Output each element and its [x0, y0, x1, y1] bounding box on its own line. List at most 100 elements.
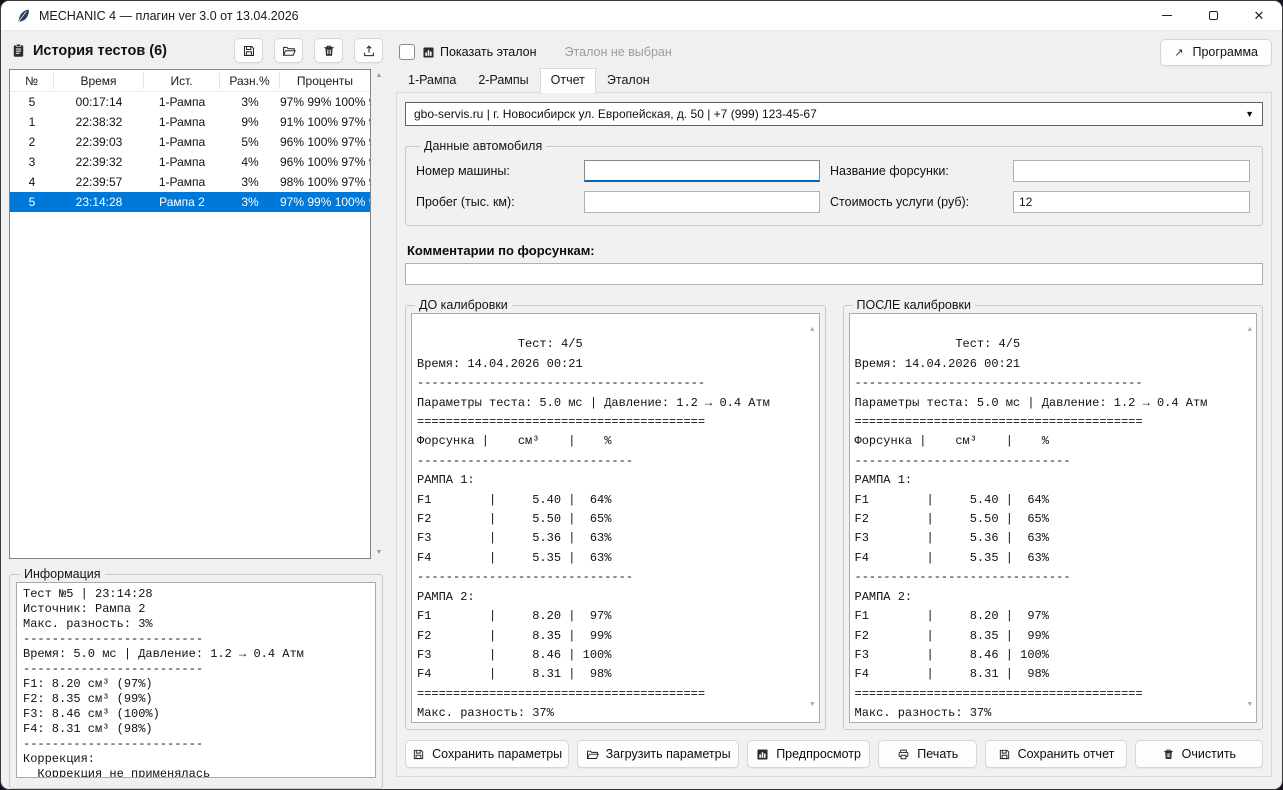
show-reference-label[interactable]: Показать эталон: [440, 45, 537, 59]
car-data-groupbox: Данные автомобиля Номер машины: Название…: [405, 139, 1263, 226]
scroll-down-icon[interactable]: ▼: [1248, 696, 1252, 715]
preview-button[interactable]: Предпросмотр: [747, 740, 871, 768]
trash-icon: [1162, 748, 1175, 761]
reference-status: Эталон не выбран: [565, 45, 672, 59]
report-tab-page: gbo-servis.ru | г. Новосибирск ул. Европ…: [396, 92, 1272, 777]
after-report-text: Тест: 4/5 Время: 14.04.2026 00:21 ------…: [855, 337, 1208, 723]
info-text: Тест №5 | 23:14:28 Источник: Рампа 2 Мак…: [16, 582, 376, 778]
cell-percents: 96% 100% 97% 97%: [280, 155, 370, 169]
save-parameters-button[interactable]: Сохранить параметры: [405, 740, 569, 768]
save-report-button[interactable]: Сохранить отчет: [985, 740, 1127, 768]
column-header-percents[interactable]: Проценты: [280, 73, 370, 89]
comments-field[interactable]: [405, 263, 1263, 285]
program-button[interactable]: ↗ Программа: [1160, 39, 1272, 66]
cell-num: 2: [10, 135, 54, 149]
table-row[interactable]: 5 00:17:14 1-Рампа 3% 97% 99% 100% 98%: [10, 92, 370, 112]
clipboard-icon: [11, 43, 26, 58]
maximize-icon: [1209, 11, 1218, 20]
cell-time: 22:39:03: [54, 135, 144, 149]
column-header-time[interactable]: Время: [54, 73, 144, 89]
table-row[interactable]: 1 22:38:32 1-Рампа 9% 91% 100% 97% 95%: [10, 112, 370, 132]
export-history-button[interactable]: [354, 38, 383, 63]
after-calibration-title: ПОСЛЕ калибровки: [853, 298, 975, 312]
minimize-button[interactable]: [1144, 1, 1190, 30]
cell-source: 1-Рампа: [144, 115, 220, 129]
load-history-button[interactable]: [274, 38, 303, 63]
delete-history-button[interactable]: [314, 38, 343, 63]
table-row[interactable]: 3 22:39:32 1-Рампа 4% 96% 100% 97% 97%: [10, 152, 370, 172]
window-title: MECHANIC 4 — плагин ver 3.0 от 13.04.202…: [39, 9, 299, 23]
scroll-down-icon[interactable]: ▼: [376, 549, 383, 556]
service-select-value: gbo-servis.ru | г. Новосибирск ул. Европ…: [414, 107, 817, 121]
save-icon: [998, 748, 1011, 761]
trash-icon: [322, 44, 336, 58]
load-parameters-button[interactable]: Загрузить параметры: [577, 740, 738, 768]
cell-source: 1-Рампа: [144, 95, 220, 109]
cell-diff: 3%: [220, 195, 280, 209]
minimize-icon: [1162, 15, 1172, 16]
export-icon: [362, 44, 376, 58]
service-select[interactable]: gbo-servis.ru | г. Новосибирск ул. Европ…: [405, 102, 1263, 126]
before-calibration-report[interactable]: Тест: 4/5 Время: 14.04.2026 00:21 ------…: [411, 313, 820, 723]
tab-2-rampy[interactable]: 2-Рампы: [467, 68, 539, 92]
cell-time: 23:14:28: [54, 195, 144, 209]
clear-button[interactable]: Очистить: [1135, 740, 1263, 768]
column-header-source[interactable]: Ист.: [144, 73, 220, 89]
tab-etalon[interactable]: Эталон: [596, 68, 661, 92]
after-calibration-groupbox: ПОСЛЕ калибровки Тест: 4/5 Время: 14.04.…: [843, 298, 1264, 730]
table-row-selected[interactable]: 5 23:14:28 Рампа 2 3% 97% 99% 100% 98%: [10, 192, 370, 212]
cell-source: 1-Рампа: [144, 135, 220, 149]
car-number-field[interactable]: [584, 160, 820, 182]
scroll-up-icon[interactable]: ▲: [376, 72, 383, 79]
cell-num: 1: [10, 115, 54, 129]
column-header-num[interactable]: №: [10, 73, 54, 89]
cell-source: 1-Рампа: [144, 155, 220, 169]
program-button-label: Программа: [1193, 45, 1259, 59]
cell-source: 1-Рампа: [144, 175, 220, 189]
close-icon: ✕: [1254, 9, 1265, 22]
cell-num: 4: [10, 175, 54, 189]
history-panel: История тестов (6) № Врем: [1, 31, 391, 789]
tab-otchet[interactable]: Отчет: [540, 68, 596, 93]
injector-name-field[interactable]: [1013, 160, 1250, 182]
cell-source: Рампа 2: [144, 195, 220, 209]
cell-num: 5: [10, 95, 54, 109]
scroll-up-icon[interactable]: ▲: [810, 321, 814, 340]
save-history-button[interactable]: [234, 38, 263, 63]
feather-icon: [15, 8, 31, 24]
button-label: Очистить: [1182, 747, 1236, 761]
service-cost-field[interactable]: [1013, 191, 1250, 213]
table-row[interactable]: 4 22:39:57 1-Рампа 3% 98% 100% 97% 97%: [10, 172, 370, 192]
cell-diff: 9%: [220, 115, 280, 129]
close-button[interactable]: ✕: [1236, 1, 1282, 30]
scroll-up-icon[interactable]: ▲: [1248, 321, 1252, 340]
table-row[interactable]: 2 22:39:03 1-Рампа 5% 96% 100% 97% 95%: [10, 132, 370, 152]
before-calibration-title: ДО калибровки: [415, 298, 512, 312]
print-button[interactable]: Печать: [878, 740, 977, 768]
show-reference-checkbox[interactable]: [399, 44, 415, 60]
maximize-button[interactable]: [1190, 1, 1236, 30]
cell-percents: 97% 99% 100% 98%: [280, 95, 370, 109]
open-folder-icon: [586, 748, 599, 761]
cell-num: 5: [10, 195, 54, 209]
button-label: Предпросмотр: [776, 747, 861, 761]
button-label: Сохранить отчет: [1018, 747, 1115, 761]
app-window: MECHANIC 4 — плагин ver 3.0 от 13.04.202…: [0, 0, 1283, 790]
cell-percents: 96% 100% 97% 95%: [280, 135, 370, 149]
history-table-header: № Время Ист. Разн.% Проценты: [10, 70, 370, 92]
cell-diff: 3%: [220, 175, 280, 189]
chart-preview-icon: [756, 748, 769, 761]
mileage-field[interactable]: [584, 191, 820, 213]
column-header-diff[interactable]: Разн.%: [220, 73, 280, 89]
scroll-down-icon[interactable]: ▼: [810, 696, 814, 715]
chart-icon: [422, 46, 435, 59]
cell-percents: 97% 99% 100% 98%: [280, 195, 370, 209]
cell-num: 3: [10, 155, 54, 169]
cell-time: 22:39:32: [54, 155, 144, 169]
report-panel: Показать эталон Эталон не выбран ↗ Прогр…: [391, 31, 1282, 789]
tab-1-rampa[interactable]: 1-Рампа: [397, 68, 467, 92]
history-scrollbar[interactable]: ▲ ▼: [371, 69, 387, 559]
cell-time: 22:38:32: [54, 115, 144, 129]
after-calibration-report[interactable]: Тест: 4/5 Время: 14.04.2026 00:21 ------…: [849, 313, 1258, 723]
history-title: История тестов (6): [33, 43, 167, 59]
